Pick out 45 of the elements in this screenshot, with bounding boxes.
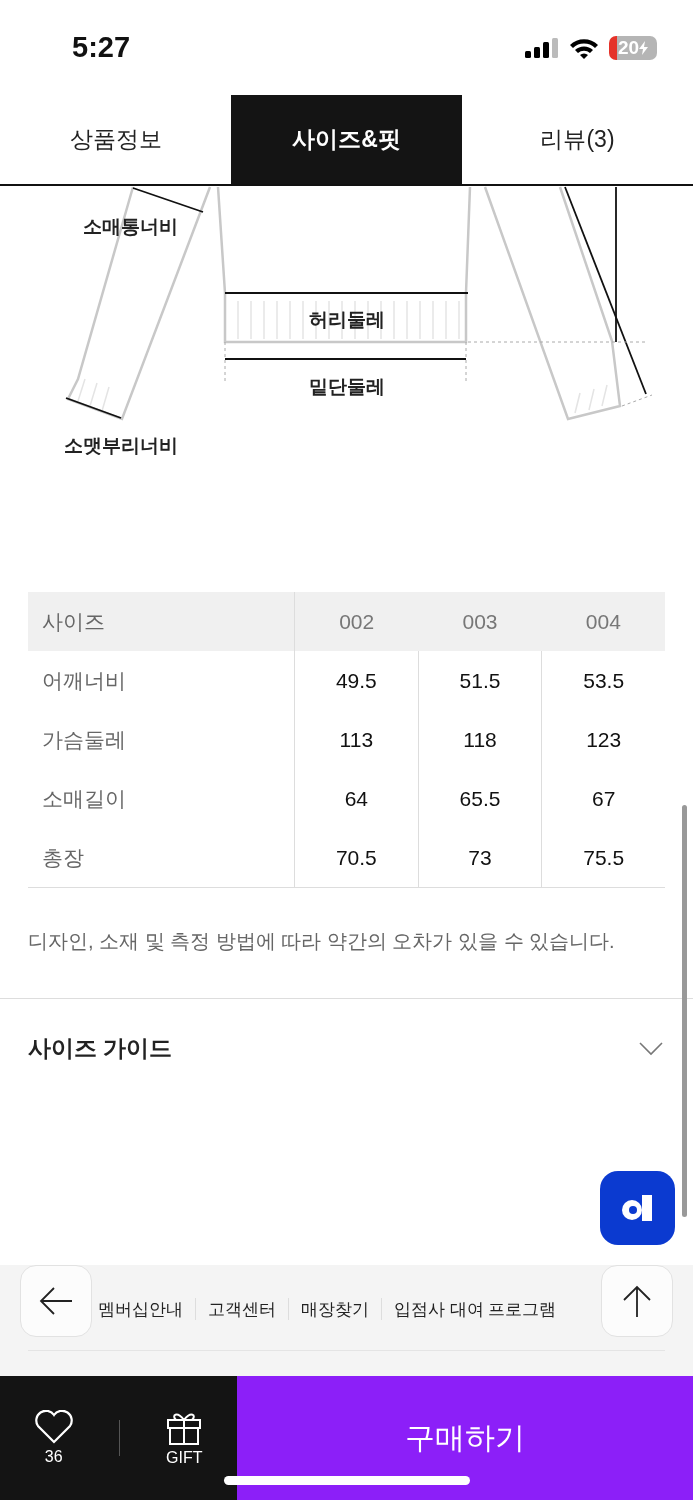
table-cell-text: 123 [585, 726, 623, 753]
table-cell: 51.5 [418, 651, 543, 710]
status-time: 5:27 [72, 31, 131, 64]
footer-link[interactable]: 고객센터 [208, 1297, 276, 1321]
footer-link[interactable]: 매장찾기 [301, 1297, 369, 1321]
table-cell: 49.5 [295, 651, 419, 710]
cuff-width-label: 소맷부리너비 [64, 435, 178, 456]
app-logo-button[interactable] [600, 1171, 675, 1245]
charging-icon [639, 40, 649, 55]
back-button[interactable] [20, 1265, 92, 1337]
table-cell: 총장 [28, 828, 295, 887]
table-header-cell-text: 004 [584, 608, 622, 635]
wifi-icon [569, 36, 599, 59]
table-cell: 소매길이 [28, 769, 295, 828]
table-header-cell: 사이즈 [28, 592, 295, 651]
table-cell: 64 [295, 769, 419, 828]
table-cell: 70.5 [295, 828, 419, 887]
footer-link[interactable]: 멤버십안내 [98, 1297, 183, 1321]
table-cell: 65.5 [418, 769, 543, 828]
waist-label: 허리둘레 [309, 309, 385, 330]
sleeve-width-label: 소매통너비 [82, 216, 178, 237]
back-arrow-icon [38, 1286, 74, 1316]
footer-link[interactable]: 입점사 대여 프로그램 [394, 1297, 557, 1321]
up-arrow-icon [621, 1284, 653, 1318]
table-cell: 어깨너비 [28, 651, 295, 710]
table-cell: 118 [418, 710, 543, 769]
table-header-cell-text: 002 [338, 608, 376, 635]
table-cell-text: 75.5 [582, 844, 626, 871]
heart-icon [33, 1410, 74, 1444]
signal-icon [525, 37, 559, 58]
table-cell: 가슴둘레 [28, 710, 295, 769]
battery-icon: 20 [609, 35, 657, 60]
table-cell-text: 67 [591, 785, 617, 812]
table-header-cell-text: 003 [461, 608, 499, 635]
size-guide-toggle[interactable]: 사이즈 가이드 [0, 999, 693, 1064]
like-button[interactable]: 36 [27, 1409, 80, 1467]
hem-label: 밑단둘레 [309, 376, 385, 397]
tab[interactable]: 사이즈&핏 [231, 95, 462, 184]
buy-button[interactable]: 구매하기 [237, 1376, 693, 1500]
gift-button[interactable]: GIFT [159, 1408, 210, 1468]
table-cell: 73 [418, 828, 543, 887]
scroll-top-button[interactable] [601, 1265, 673, 1337]
table-cell-text: 53.5 [582, 667, 626, 694]
size-note: 디자인, 소재 및 측정 방법에 따라 약간의 오차가 있을 수 있습니다. [28, 929, 616, 954]
table-cell: 113 [295, 710, 419, 769]
